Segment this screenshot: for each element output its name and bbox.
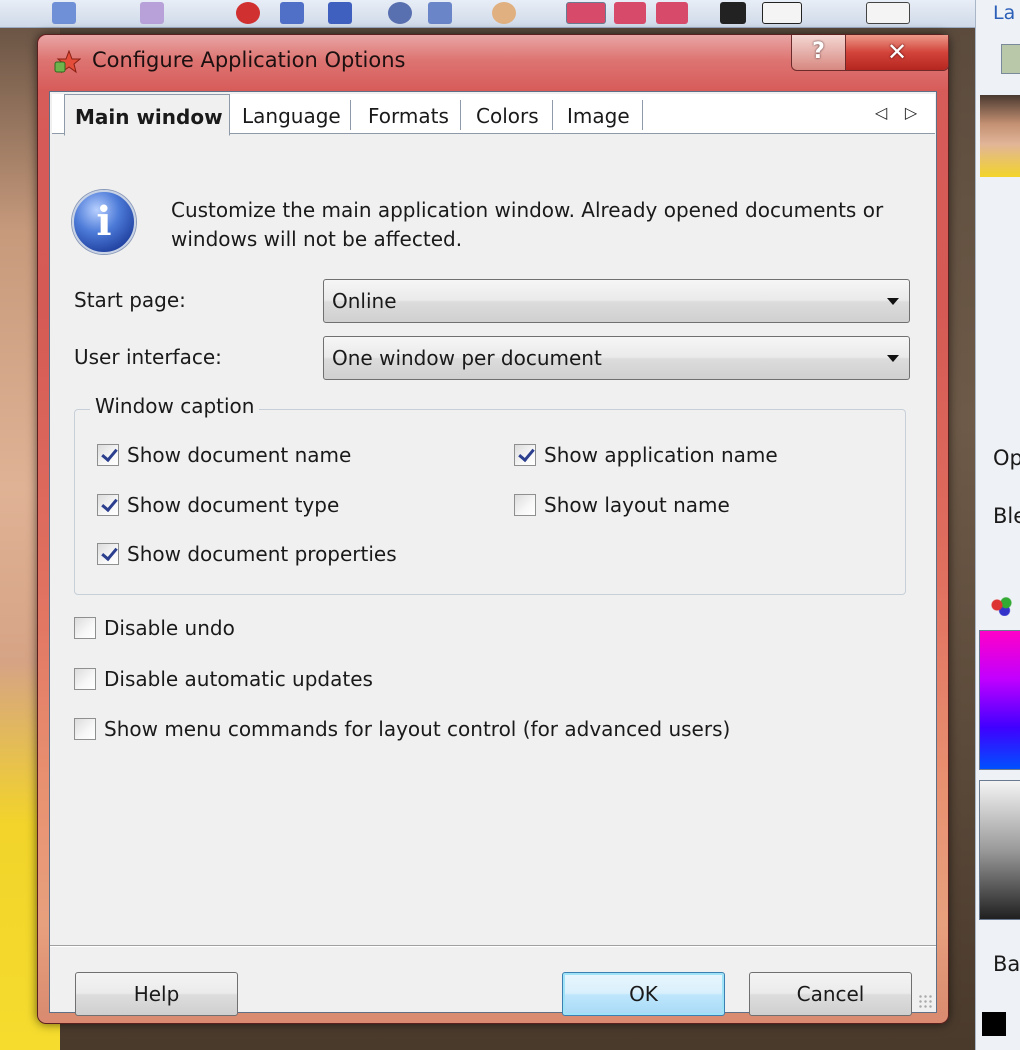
tab-strip: Main window Language Formats Colors Imag…: [52, 94, 935, 136]
tab-image[interactable]: Image: [557, 98, 640, 134]
info-description: Customize the main application window. A…: [171, 198, 884, 251]
ok-button[interactable]: OK: [562, 972, 725, 1016]
tab-language[interactable]: Language: [232, 98, 351, 134]
checkbox-label: Disable undo: [104, 616, 235, 640]
close-button[interactable]: ✕: [846, 35, 948, 70]
checkbox-checked[interactable]: [97, 543, 119, 565]
checkbox-label: Show menu commands for layout control (f…: [104, 717, 731, 741]
disable-undo-checkbox[interactable]: Disable undo: [74, 615, 235, 641]
window-title: Configure Application Options: [92, 48, 406, 72]
right-panel-text: Op: [993, 446, 1020, 470]
bottom-separator: [50, 945, 936, 947]
right-panel-thumbnail-icon[interactable]: [1001, 44, 1020, 74]
toolbar-tool-icon[interactable]: [820, 2, 856, 24]
toolbar-tool-icon[interactable]: [762, 2, 802, 24]
help-caption-button[interactable]: ?: [792, 35, 846, 70]
toolbar-tool-icon[interactable]: [280, 2, 304, 24]
cancel-button[interactable]: Cancel: [749, 972, 912, 1016]
tab-scroll-right-icon[interactable]: ▷: [902, 102, 920, 124]
color-spectrum[interactable]: [979, 630, 1020, 770]
window-caption-group-label: Window caption: [90, 394, 260, 418]
checkbox-checked[interactable]: [97, 444, 119, 466]
info-icon: i: [72, 190, 136, 254]
checkbox-unchecked[interactable]: [514, 494, 536, 516]
show-document-name-checkbox[interactable]: Show document name: [97, 442, 351, 468]
toolbar-tool-icon[interactable]: [328, 2, 352, 24]
tab-scroll-left-icon[interactable]: ◁: [872, 102, 890, 124]
tab-separator: [552, 100, 553, 130]
background-toolbar: [0, 0, 975, 28]
toolbar-tool-icon[interactable]: [720, 2, 746, 24]
disable-automatic-updates-checkbox[interactable]: Disable automatic updates: [74, 666, 373, 692]
checkbox-checked[interactable]: [514, 444, 536, 466]
help-button[interactable]: Help: [75, 972, 238, 1016]
tab-main-window[interactable]: Main window: [64, 94, 230, 136]
caption-buttons: ? ✕: [791, 35, 949, 71]
right-panel-thumbnail[interactable]: [980, 95, 1020, 177]
checkbox-unchecked[interactable]: [74, 668, 96, 690]
start-page-label: Start page:: [74, 288, 186, 312]
tab-formats[interactable]: Formats: [358, 98, 459, 134]
toolbar-tool-icon[interactable]: [388, 2, 412, 24]
checkbox-label: Show application name: [544, 443, 778, 467]
checkbox-label: Show document type: [127, 493, 340, 517]
user-interface-value: One window per document: [332, 346, 602, 370]
checkbox-checked[interactable]: [97, 494, 119, 516]
toolbar-tool-icon[interactable]: [866, 2, 910, 24]
title-bar[interactable]: Configure Application Options ? ✕: [38, 35, 949, 91]
tab-separator: [460, 100, 461, 130]
start-page-dropdown[interactable]: Online: [323, 279, 910, 323]
gray-spectrum[interactable]: [979, 780, 1020, 920]
start-page-value: Online: [332, 289, 397, 313]
configure-options-dialog: Configure Application Options ? ✕ Main w…: [37, 34, 949, 1024]
user-interface-dropdown[interactable]: One window per document: [323, 336, 910, 380]
dialog-client-area: Main window Language Formats Colors Imag…: [49, 91, 937, 1016]
dropdown-arrow-icon: [887, 298, 899, 305]
checkbox-unchecked[interactable]: [74, 718, 96, 740]
background-right-panel: La Op Ble Bac: [975, 0, 1020, 1050]
show-application-name-checkbox[interactable]: Show application name: [514, 442, 778, 468]
show-document-properties-checkbox[interactable]: Show document properties: [97, 541, 397, 567]
app-icon: [54, 50, 81, 74]
dropdown-arrow-icon: [887, 355, 899, 362]
tab-separator: [350, 100, 351, 130]
right-panel-text: Bac: [993, 952, 1020, 976]
show-layout-name-checkbox[interactable]: Show layout name: [514, 492, 730, 518]
checkbox-unchecked[interactable]: [74, 617, 96, 639]
checkbox-label: Disable automatic updates: [104, 667, 373, 691]
toolbar-tool-icon[interactable]: [492, 2, 516, 24]
show-layout-menu-commands-checkbox[interactable]: Show menu commands for layout control (f…: [74, 716, 730, 742]
toolbar-tool-icon[interactable]: [428, 2, 452, 24]
tab-separator: [642, 100, 643, 130]
right-panel-text: Ble: [993, 504, 1020, 528]
toolbar-tool-icon[interactable]: [52, 2, 76, 24]
color-swatch-black[interactable]: [982, 1012, 1006, 1036]
checkbox-label: Show document name: [127, 443, 352, 467]
checkbox-label: Show document properties: [127, 542, 397, 566]
resize-grip-icon[interactable]: [918, 994, 934, 1010]
toolbar-tool-icon[interactable]: [614, 2, 646, 24]
right-panel-text: La: [993, 2, 1016, 24]
toolbar-tool-icon[interactable]: [656, 2, 688, 24]
tab-colors[interactable]: Colors: [466, 98, 549, 134]
color-palette-icon[interactable]: [988, 594, 1018, 616]
toolbar-tool-icon[interactable]: [236, 2, 260, 24]
toolbar-tool-icon[interactable]: [140, 2, 164, 24]
user-interface-label: User interface:: [74, 345, 222, 369]
toolbar-tool-icon[interactable]: [566, 2, 606, 24]
checkbox-label: Show layout name: [544, 493, 730, 517]
show-document-type-checkbox[interactable]: Show document type: [97, 492, 339, 518]
